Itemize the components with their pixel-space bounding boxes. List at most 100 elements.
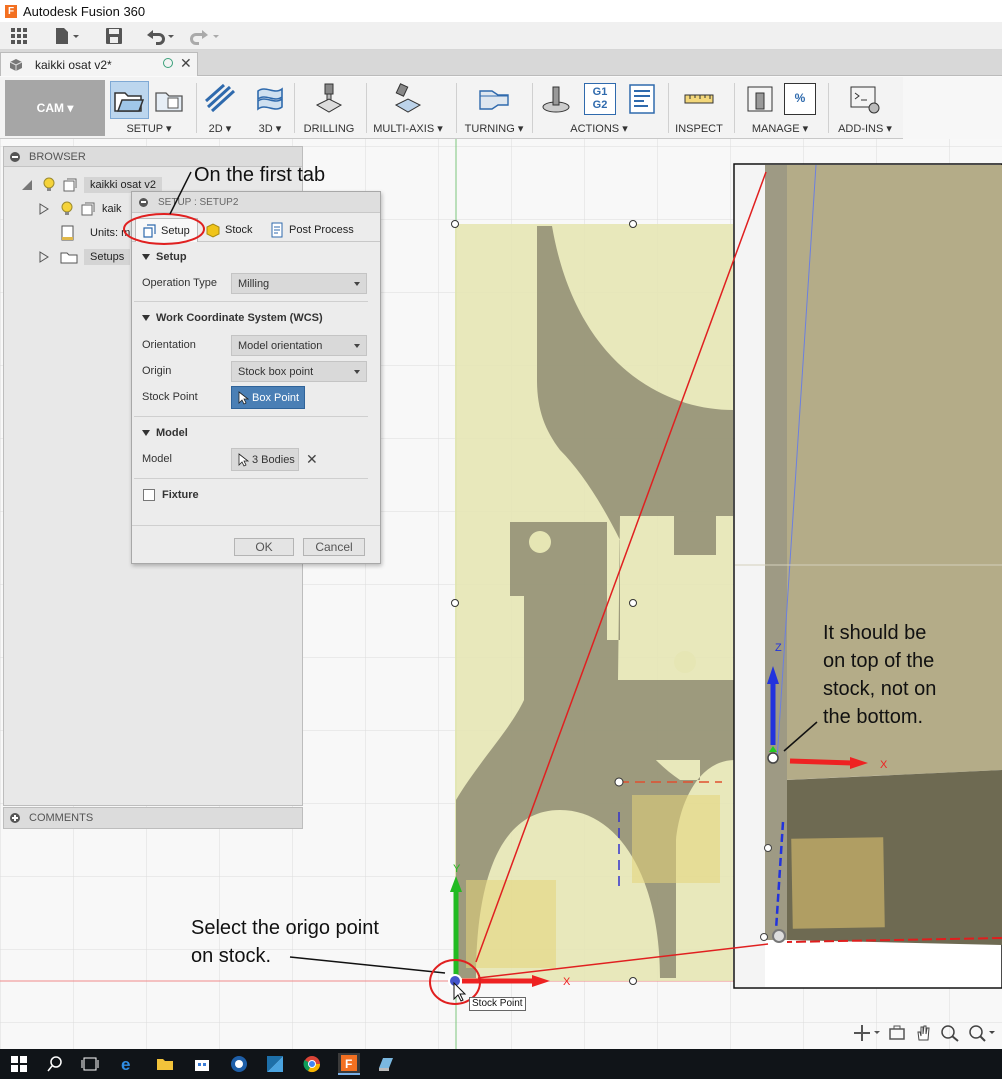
windows-start-icon[interactable]	[8, 1053, 30, 1075]
stock-point-tooltip: Stock Point	[469, 997, 526, 1011]
ribbon-group-add-ins[interactable]: ADD-INS ▾	[832, 77, 898, 139]
cancel-button[interactable]: Cancel	[303, 538, 365, 556]
section-divider	[134, 301, 368, 302]
save-icon[interactable]	[103, 25, 125, 47]
section-divider	[134, 478, 368, 479]
title-bar: F Autodesk Fusion 360	[0, 0, 1002, 22]
file-explorer-icon[interactable]	[154, 1053, 176, 1075]
orientation-select[interactable]: Model orientation	[231, 335, 367, 356]
annotation-first-tab: On the first tab	[194, 164, 326, 186]
ribbon-group-2d[interactable]: 2D ▾	[200, 77, 240, 139]
annotation-top-note-line1: It should be	[823, 622, 927, 644]
section-model-header[interactable]: Model	[142, 427, 188, 439]
expand-icon[interactable]	[10, 813, 20, 823]
y-axis-label: Y	[453, 863, 461, 875]
ribbon-group-label: ACTIONS ▾	[570, 123, 628, 135]
tab-setup[interactable]: Setup	[135, 218, 198, 242]
undo-icon[interactable]	[143, 25, 177, 47]
annotation-select-origo-line1: Select the origo point	[191, 917, 379, 939]
orbit-pan-icon[interactable]	[852, 1023, 880, 1043]
section-divider	[134, 416, 368, 417]
collapse-icon[interactable]	[139, 197, 148, 207]
app-icon[interactable]	[375, 1053, 397, 1075]
zoom-icon[interactable]	[940, 1024, 960, 1042]
workspace-label: CAM	[36, 101, 64, 115]
comments-panel[interactable]: COMMENTS	[3, 807, 303, 829]
store-icon[interactable]	[191, 1053, 213, 1075]
tab-label: Setup	[161, 224, 190, 237]
visibility-bulb-icon[interactable]	[42, 177, 56, 193]
expand-triangle-icon[interactable]	[38, 251, 50, 263]
navigation-bar	[848, 1020, 1000, 1046]
z-axis-label: Z	[775, 642, 782, 654]
tab-stock[interactable]: Stock	[200, 218, 262, 242]
origin-select[interactable]: Stock box point	[231, 361, 367, 382]
section-fixture-header[interactable]: Fixture	[162, 489, 199, 501]
stock-point-selector[interactable]: Box Point	[231, 386, 305, 409]
ribbon-group-3d[interactable]: 3D ▾	[250, 77, 290, 139]
look-at-icon[interactable]	[888, 1024, 906, 1042]
ribbon-group-inspect[interactable]: INSPECT	[672, 77, 726, 139]
tree-item-component[interactable]: kaik	[38, 199, 122, 219]
tree-item-label: Setups	[84, 249, 131, 265]
ribbon-separator	[532, 83, 533, 133]
ribbon-group-actions[interactable]: G1 G2 ACTIONS ▾	[536, 77, 662, 139]
section-wcs-header[interactable]: Work Coordinate System (WCS)	[142, 312, 323, 324]
pan-hand-icon[interactable]	[914, 1024, 932, 1042]
data-panel-grid-icon[interactable]	[8, 25, 30, 47]
model-selector[interactable]: 3 Bodies	[231, 448, 299, 471]
dialog-header[interactable]: SETUP : SETUP2	[132, 192, 380, 213]
clear-selection-icon[interactable]: ✕	[306, 451, 318, 468]
ok-button[interactable]: OK	[234, 538, 294, 556]
workspace-switcher[interactable]: CAM ▾	[5, 80, 105, 136]
ribbon-separator	[366, 83, 367, 133]
chrome-icon[interactable]	[301, 1053, 323, 1075]
inset-x-axis-label: X	[880, 759, 888, 771]
document-tab[interactable]: kaikki osat v2* ✕	[0, 52, 198, 76]
collapse-icon[interactable]	[10, 151, 20, 162]
part-hole	[674, 651, 696, 673]
3d-toolpath-icon	[257, 87, 283, 111]
search-icon[interactable]	[44, 1053, 66, 1075]
tab-post-process[interactable]: Post Process	[264, 218, 368, 242]
task-view-icon[interactable]	[79, 1053, 101, 1075]
part-hole	[529, 531, 551, 553]
app-icon[interactable]	[228, 1053, 250, 1075]
edge-browser-icon[interactable]: e	[117, 1053, 139, 1075]
section-setup-header[interactable]: Setup	[142, 251, 187, 263]
ribbon-group-setup[interactable]: SETUP ▾	[108, 77, 190, 139]
operation-type-select[interactable]: Milling	[231, 273, 367, 294]
ribbon-group-drilling[interactable]: DRILLING	[300, 77, 358, 139]
tree-item-setups[interactable]: Setups	[38, 247, 131, 267]
ribbon-group-multi-axis[interactable]: MULTI-AXIS ▾	[372, 77, 444, 139]
setup-tab-icon	[143, 223, 156, 238]
turning-icon	[479, 90, 509, 110]
post-library-percent-icon: %	[784, 83, 816, 115]
ribbon-group-label: DRILLING	[303, 123, 355, 135]
dialog-title: SETUP : SETUP2	[158, 196, 239, 208]
ribbon-group-label: MANAGE ▾	[751, 123, 809, 135]
tool-library-icon	[747, 86, 773, 112]
scripts-add-ins-icon	[850, 86, 880, 114]
zoom-fit-icon[interactable]	[968, 1024, 996, 1042]
app-icon[interactable]	[264, 1053, 286, 1075]
file-menu-icon[interactable]	[52, 25, 82, 47]
ribbon-group-label: 2D ▾	[208, 123, 232, 135]
expand-triangle-icon[interactable]	[38, 203, 50, 215]
close-tab-icon[interactable]: ✕	[180, 56, 192, 70]
redo-icon[interactable]	[188, 25, 222, 47]
fixture-block	[632, 795, 720, 883]
ribbon-group-manage[interactable]: % MANAGE ▾	[738, 77, 822, 139]
simulate-icon	[542, 86, 570, 113]
tree-item-label: kaik	[102, 203, 122, 215]
fusion-taskbar-icon[interactable]: F	[338, 1053, 360, 1075]
orientation-label: Orientation	[142, 339, 196, 351]
tree-item-units[interactable]: Units: m	[60, 223, 130, 243]
annotation-top-note-line2: on top of the	[823, 650, 935, 672]
collapse-triangle-icon[interactable]	[20, 179, 34, 191]
ribbon-separator	[734, 83, 735, 133]
setup-dialog: SETUP : SETUP2 Setup Stock Post Process …	[131, 191, 381, 564]
visibility-bulb-icon[interactable]	[60, 201, 74, 217]
fixture-checkbox[interactable]	[143, 489, 155, 501]
ribbon-group-turning[interactable]: TURNING ▾	[462, 77, 526, 139]
